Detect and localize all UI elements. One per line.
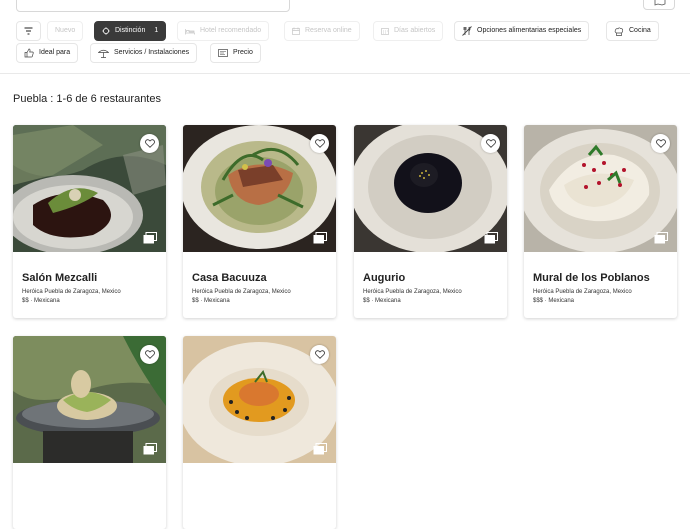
black-mole-plate-photo[interactable] (354, 125, 507, 252)
filter-count-badge: 1 (154, 27, 159, 34)
fish-plate-photo[interactable] (183, 336, 336, 463)
restaurant-price-cuisine: $$$ · Mexicana (533, 298, 575, 304)
sort-button[interactable] (16, 21, 41, 41)
restaurant-card[interactable]: Augurio Heróica Puebla de Zaragoza, Mexi… (354, 125, 507, 318)
heart-icon (314, 139, 325, 148)
heart-icon (655, 139, 666, 148)
filter-chip-price[interactable]: Precio (210, 43, 261, 63)
filter-chip-label: Ideal para (39, 49, 71, 56)
filter-chip-new[interactable]: Nuevo (47, 21, 84, 41)
price-icon (218, 49, 228, 57)
gallery-icon (313, 443, 327, 455)
restaurant-card[interactable] (13, 336, 166, 529)
results-title: Puebla : 1-6 de 6 restaurantes (13, 93, 161, 105)
restaurant-price-cuisine: $$ · Mexicana (22, 298, 60, 304)
filter-chip-label: Opciones alimentarias especiales (477, 27, 582, 34)
restaurant-name[interactable]: Augurio (363, 272, 405, 284)
restaurant-price-cuisine: $$ · Mexicana (192, 298, 230, 304)
filter-chip-label: Reserva online (305, 27, 352, 34)
map-view-button[interactable] (643, 0, 675, 10)
restaurant-card[interactable]: Mural de los Poblanos Heróica Puebla de … (524, 125, 677, 318)
favorite-button[interactable] (310, 345, 329, 364)
chef-hat-icon (614, 26, 624, 36)
filter-chip-label: Cocina (629, 27, 651, 34)
favorite-button[interactable] (310, 134, 329, 153)
map-icon (654, 0, 666, 6)
restaurant-card[interactable]: Casa Bacuuza Heróica Puebla de Zaragoza,… (183, 125, 336, 318)
favorite-button[interactable] (651, 134, 670, 153)
chile-en-nogada-photo[interactable] (524, 125, 677, 252)
search-input[interactable] (16, 0, 290, 12)
gallery-icon (313, 232, 327, 244)
restaurant-city: Heróica Puebla de Zaragoza, Mexico (192, 289, 291, 295)
tostada-plate-photo[interactable] (13, 336, 166, 463)
favorite-button[interactable] (481, 134, 500, 153)
filter-chip-open-days[interactable]: Días abiertos (373, 21, 444, 41)
filter-chip-distinction[interactable]: Distinción 1 (94, 21, 167, 41)
filter-chip-label: Distinción (115, 27, 146, 34)
sort-icon (24, 27, 33, 35)
filter-chip-dietary[interactable]: Opciones alimentarias especiales (454, 21, 590, 41)
filter-chip-hotel[interactable]: Hotel recomendado (177, 21, 270, 41)
restaurant-price-cuisine: $$ · Mexicana (363, 298, 401, 304)
favorite-button[interactable] (140, 345, 159, 364)
top-bar (0, 0, 690, 12)
restaurant-card[interactable]: Salón Mezcalli Heróica Puebla de Zaragoz… (13, 125, 166, 318)
restaurant-name[interactable]: Casa Bacuuza (192, 272, 267, 284)
thumbs-up-icon (24, 48, 34, 58)
gallery-icon (143, 232, 157, 244)
distinction-icon (102, 27, 110, 35)
heart-icon (485, 139, 496, 148)
restaurant-card[interactable] (183, 336, 336, 529)
filter-chip-label: Hotel recomendado (200, 27, 262, 34)
filter-chip-ideal-for[interactable]: Ideal para (16, 43, 79, 63)
mole-dish-photo[interactable] (13, 125, 166, 252)
filter-chip-label: Precio (233, 49, 253, 56)
heart-icon (144, 350, 155, 359)
calendar-icon (292, 27, 300, 35)
heart-icon (144, 139, 155, 148)
filter-chip-cuisine[interactable]: Cocina (606, 21, 659, 41)
favorite-button[interactable] (140, 134, 159, 153)
divider (0, 73, 690, 74)
filter-chip-label: Nuevo (55, 27, 76, 34)
restaurant-city: Heróica Puebla de Zaragoza, Mexico (533, 289, 632, 295)
filter-chip-services[interactable]: Servicios / Instalaciones (90, 43, 198, 63)
restaurant-name[interactable]: Salón Mezcalli (22, 272, 97, 284)
gallery-icon (654, 232, 668, 244)
gallery-icon (484, 232, 498, 244)
parasol-icon (98, 49, 109, 58)
green-sauce-dish-photo[interactable] (183, 125, 336, 252)
filter-chip-label: Días abiertos (394, 27, 436, 34)
days-icon (381, 28, 389, 35)
bed-icon (185, 28, 195, 34)
filter-chip-online-booking[interactable]: Reserva online (284, 21, 360, 41)
gallery-icon (143, 443, 157, 455)
restaurant-city: Heróica Puebla de Zaragoza, Mexico (22, 289, 121, 295)
no-fork-icon (462, 26, 472, 36)
filter-chip-label: Servicios / Instalaciones (114, 49, 190, 56)
heart-icon (314, 350, 325, 359)
restaurant-city: Heróica Puebla de Zaragoza, Mexico (363, 289, 462, 295)
restaurant-name[interactable]: Mural de los Poblanos (533, 272, 650, 284)
